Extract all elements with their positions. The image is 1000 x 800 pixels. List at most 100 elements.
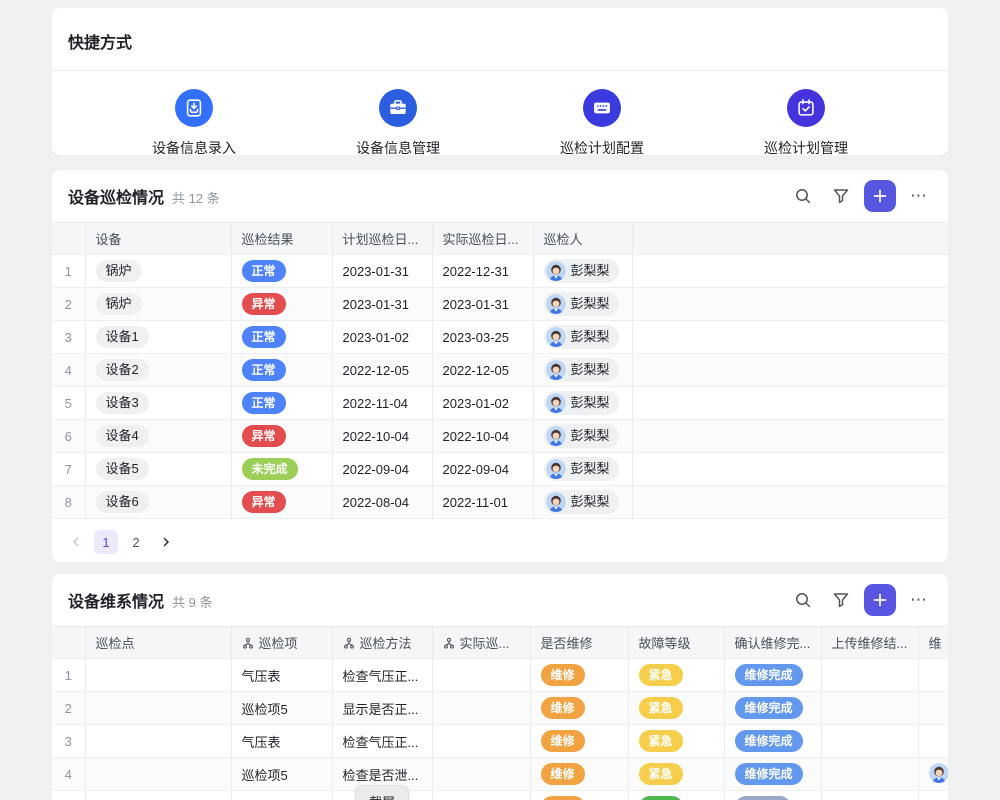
table-cell[interactable] [918, 725, 948, 758]
table-cell[interactable]: 彭梨梨 [533, 387, 632, 420]
table-cell[interactable] [821, 791, 918, 800]
table-cell[interactable] [632, 453, 948, 486]
search-icon[interactable] [788, 585, 818, 615]
table-cell[interactable] [632, 288, 948, 321]
column-header[interactable]: 实际巡检日... [432, 223, 533, 255]
table-cell[interactable]: 彭梨梨 [533, 354, 632, 387]
table-cell[interactable]: 设备3 [85, 387, 231, 420]
table-cell[interactable]: 2022-12-05 [332, 354, 432, 387]
column-header[interactable]: 计划巡检日... [332, 223, 432, 255]
table-cell[interactable]: 彭梨梨 [533, 321, 632, 354]
table-cell[interactable]: 检查气压正... [332, 725, 432, 758]
table-cell[interactable] [821, 659, 918, 692]
table-cell[interactable] [632, 321, 948, 354]
table-cell[interactable] [918, 791, 948, 800]
next-page-icon[interactable] [154, 530, 178, 554]
table-cell[interactable] [432, 692, 530, 725]
table-cell[interactable]: 重要 [628, 791, 724, 800]
table-cell[interactable] [632, 387, 948, 420]
table-cell[interactable] [821, 758, 918, 791]
search-icon[interactable] [788, 181, 818, 211]
column-header[interactable]: 故障等级 [628, 627, 724, 659]
table-cell[interactable] [432, 758, 530, 791]
table-cell[interactable]: 2023-01-31 [332, 255, 432, 288]
table-cell[interactable]: 异常 [231, 420, 332, 453]
column-header[interactable]: 是否维修 [530, 627, 628, 659]
table-cell[interactable]: 维修中 [724, 791, 821, 800]
table-cell[interactable]: 未完成 [231, 453, 332, 486]
table-cell[interactable]: 2023-01-31 [432, 288, 533, 321]
table-cell[interactable]: 彭梨梨 [533, 255, 632, 288]
table-cell[interactable]: 维修 [530, 725, 628, 758]
table-cell[interactable] [85, 659, 231, 692]
column-header[interactable]: 上传维修结... [821, 627, 918, 659]
table-cell[interactable]: 2023-03-25 [432, 321, 533, 354]
table-cell[interactable] [85, 725, 231, 758]
table-cell[interactable]: 检查气压正... [332, 659, 432, 692]
table-cell[interactable]: 设备2 [85, 354, 231, 387]
table-cell[interactable]: 正常 [231, 321, 332, 354]
table-cell[interactable]: 2023-01-02 [432, 387, 533, 420]
table-cell[interactable]: 显示是否正... [332, 692, 432, 725]
table-cell[interactable] [632, 255, 948, 288]
more-options-icon[interactable]: ⋯ [904, 181, 934, 211]
shortcut-2[interactable]: 设备信息管理 [328, 89, 468, 158]
filter-icon[interactable] [826, 585, 856, 615]
table-cell[interactable]: 正常 [231, 387, 332, 420]
table-cell[interactable]: 紧急 [628, 659, 724, 692]
table-cell[interactable]: 正常 [231, 354, 332, 387]
page-2-button[interactable]: 2 [124, 530, 148, 554]
table-cell[interactable]: 紧急 [628, 692, 724, 725]
table-cell[interactable]: 维修完成 [724, 725, 821, 758]
column-header[interactable]: 确认维修完... [724, 627, 821, 659]
table-cell[interactable]: 2022-10-04 [432, 420, 533, 453]
add-record-button[interactable] [864, 584, 896, 616]
table-cell[interactable] [821, 725, 918, 758]
table-cell[interactable]: 维修 [530, 692, 628, 725]
table-cell[interactable]: 2022-09-04 [432, 453, 533, 486]
table-cell[interactable]: 设备4 [85, 420, 231, 453]
column-header[interactable]: 维 [918, 627, 948, 659]
table-cell[interactable]: 2022-11-04 [332, 387, 432, 420]
table-cell[interactable] [85, 692, 231, 725]
table-cell[interactable] [432, 659, 530, 692]
table-cell[interactable] [432, 791, 530, 800]
table-cell[interactable]: 2022-10-04 [332, 420, 432, 453]
table-cell[interactable]: 巡检项5 [231, 758, 332, 791]
table-cell[interactable]: 气压表 [231, 725, 332, 758]
table-cell[interactable]: 异常 [231, 486, 332, 519]
table-cell[interactable]: 彭梨梨 [533, 288, 632, 321]
table-cell[interactable]: 紧急 [628, 758, 724, 791]
table-cell[interactable]: 锅炉 [85, 288, 231, 321]
add-record-button[interactable] [864, 180, 896, 212]
table-cell[interactable] [821, 692, 918, 725]
table-cell[interactable] [85, 791, 231, 800]
table-cell[interactable]: 设备5 [85, 453, 231, 486]
table-cell[interactable]: 维修 [530, 791, 628, 800]
table-cell[interactable] [632, 354, 948, 387]
table-cell[interactable]: 2022-09-04 [332, 453, 432, 486]
table-cell[interactable]: 2022-12-05 [432, 354, 533, 387]
table-cell[interactable]: 2022-11-01 [432, 486, 533, 519]
table-cell[interactable]: 2022-08-04 [332, 486, 432, 519]
table-cell[interactable]: 巡检项5 [231, 791, 332, 800]
table-cell[interactable] [85, 758, 231, 791]
prev-page-icon[interactable] [64, 530, 88, 554]
column-header[interactable]: 巡检点 [85, 627, 231, 659]
table-cell[interactable]: 锅炉 [85, 255, 231, 288]
table-cell[interactable] [918, 659, 948, 692]
table-cell[interactable]: 2023-01-02 [332, 321, 432, 354]
table-cell[interactable]: 2022-12-31 [432, 255, 533, 288]
column-header[interactable]: 设备 [85, 223, 231, 255]
column-header[interactable]: 巡检项 [231, 627, 332, 659]
table-cell[interactable]: 维修完成 [724, 758, 821, 791]
table-cell[interactable]: 维修 [530, 659, 628, 692]
table-cell[interactable]: 彭梨梨 [533, 486, 632, 519]
table-cell[interactable]: 异常 [231, 288, 332, 321]
table-cell[interactable] [632, 486, 948, 519]
shortcut-3[interactable]: 巡检计划配置 [532, 89, 672, 158]
table-cell[interactable] [918, 758, 948, 791]
table-cell[interactable]: 紧急 [628, 725, 724, 758]
shortcut-1[interactable]: 设备信息录入 [124, 89, 264, 158]
table-cell[interactable]: 2023-01-31 [332, 288, 432, 321]
